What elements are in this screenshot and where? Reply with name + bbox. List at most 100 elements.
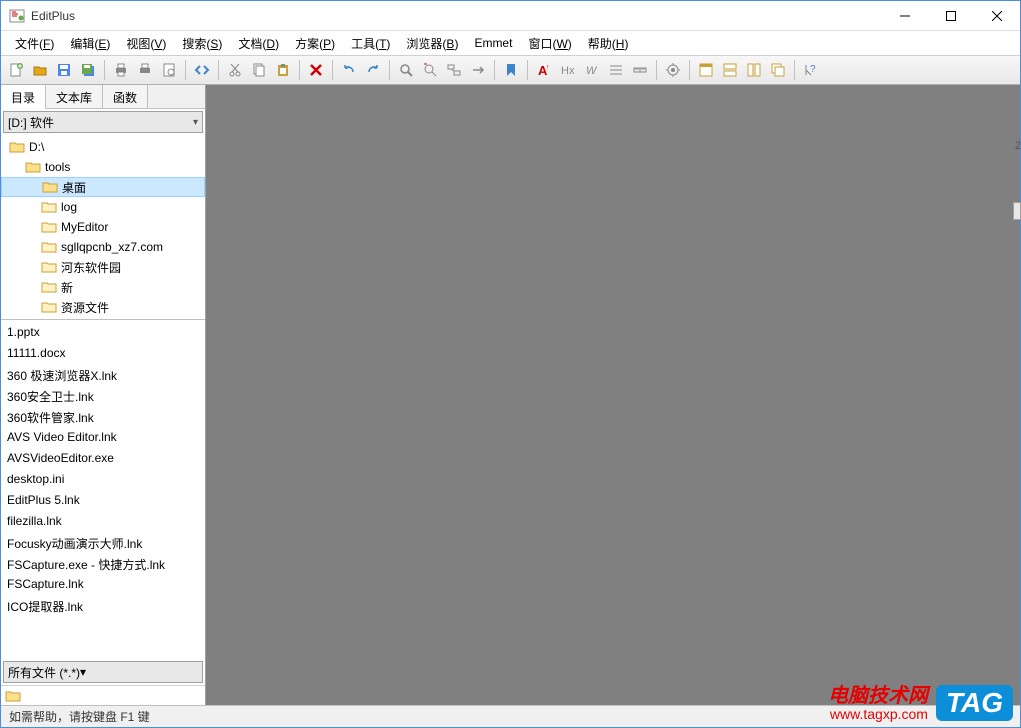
drive-selected-text: [D:] 软件 (8, 114, 193, 131)
file-item[interactable]: 1.pptx (1, 323, 205, 344)
file-item[interactable]: AVSVideoEditor.exe (1, 449, 205, 470)
save-icon[interactable] (53, 59, 75, 81)
folder-icon (42, 180, 58, 194)
toolbar-separator (656, 60, 657, 80)
printer-icon[interactable] (134, 59, 156, 81)
file-item[interactable]: ICO提取器.lnk (1, 596, 205, 617)
file-list[interactable]: 1.pptx11111.docx360 极速浏览器X.lnk360安全卫士.ln… (1, 320, 205, 659)
svg-text:Hx: Hx (561, 65, 575, 77)
file-item[interactable]: filezilla.lnk (1, 512, 205, 533)
body-area: 目录 文本库 函数 [D:] 软件 ▾ D:\tools 桌面logMyEdito… (1, 85, 1020, 705)
delete-icon[interactable] (305, 59, 327, 81)
file-item[interactable]: desktop.ini (1, 470, 205, 491)
html-icon[interactable] (191, 59, 213, 81)
bookmark-icon[interactable] (500, 59, 522, 81)
tree-label: 河东软件园 (61, 259, 121, 276)
tree-folder[interactable]: sgllqpcnb_xz7.com (1, 237, 205, 257)
toolbar-separator (689, 60, 690, 80)
minimize-button[interactable] (882, 1, 928, 31)
toolbar-separator (104, 60, 105, 80)
open-icon[interactable] (29, 59, 51, 81)
tree-folder[interactable]: 桌面 (1, 177, 205, 197)
file-item[interactable]: 360软件管家.lnk (1, 407, 205, 428)
file-item[interactable]: 360安全卫士.lnk (1, 386, 205, 407)
heading-icon[interactable]: Hx (557, 59, 579, 81)
tree-folder[interactable]: MyEditor (1, 217, 205, 237)
menu-b[interactable]: 浏览器(B) (398, 32, 466, 55)
preview-icon[interactable] (158, 59, 180, 81)
chevron-down-icon: ▾ (193, 117, 198, 128)
file-filter-selector[interactable]: 所有文件 (*.*) ▾ (3, 661, 203, 683)
menu-s[interactable]: 搜索(S) (174, 32, 230, 55)
file-item[interactable]: FSCapture.exe - 快捷方式.lnk (1, 554, 205, 575)
toolbar-separator (389, 60, 390, 80)
font-increase-icon[interactable]: A↑ (533, 59, 555, 81)
tile-h-icon[interactable] (719, 59, 741, 81)
menu-emmet[interactable]: Emmet (466, 33, 520, 53)
close-button[interactable] (974, 1, 1020, 31)
window-icon[interactable] (695, 59, 717, 81)
ruler-icon[interactable] (629, 59, 651, 81)
tree-folder[interactable]: log (1, 197, 205, 217)
toolbar-separator (218, 60, 219, 80)
toolbar-separator (185, 60, 186, 80)
statusbar: 如需帮助，请按键盘 F1 键 (1, 705, 1020, 727)
help-icon[interactable]: ? (800, 59, 822, 81)
maximize-button[interactable] (928, 1, 974, 31)
print-icon[interactable] (110, 59, 132, 81)
file-item[interactable]: AVS Video Editor.lnk (1, 428, 205, 449)
menu-t[interactable]: 工具(T) (343, 32, 398, 55)
tree-folder[interactable]: 新 (1, 277, 205, 297)
toolbar-separator (527, 60, 528, 80)
settings-icon[interactable] (662, 59, 684, 81)
paste-icon[interactable] (272, 59, 294, 81)
app-title: EditPlus (31, 9, 882, 23)
menu-f[interactable]: 文件(F) (7, 32, 62, 55)
folder-icon (25, 160, 41, 174)
save-all-icon[interactable] (77, 59, 99, 81)
tree-label: 新 (61, 279, 73, 296)
editor-area[interactable] (206, 85, 1020, 705)
file-item[interactable]: EditPlus 5.lnk (1, 491, 205, 512)
tab-directory[interactable]: 目录 (1, 85, 46, 109)
redo-icon[interactable] (362, 59, 384, 81)
tab-functions[interactable]: 函数 (103, 85, 148, 108)
folder-icon (41, 200, 57, 214)
menu-v[interactable]: 视图(V) (118, 32, 174, 55)
titlebar[interactable]: EditPlus (1, 1, 1020, 31)
drive-selector[interactable]: [D:] 软件 ▾ (3, 111, 203, 133)
find-prev-icon[interactable] (419, 59, 441, 81)
edge-artifact (1013, 202, 1021, 220)
file-item[interactable]: Focusky动画演示大师.lnk (1, 533, 205, 554)
line-number-icon[interactable] (605, 59, 627, 81)
directory-tree[interactable]: D:\tools 桌面logMyEditorsgllqpcnb_xz7.com 河东… (1, 135, 205, 320)
sidebar: 目录 文本库 函数 [D:] 软件 ▾ D:\tools 桌面logMyEdito… (1, 85, 206, 705)
copy-icon[interactable] (248, 59, 270, 81)
tree-folder[interactable]: 资源文件 (1, 297, 205, 317)
file-item[interactable]: 11111.docx (1, 344, 205, 365)
menu-h[interactable]: 帮助(H) (580, 32, 637, 55)
folder-icon (41, 280, 57, 294)
tree-label: 桌面 (62, 179, 86, 196)
tile-v-icon[interactable] (743, 59, 765, 81)
menu-e[interactable]: 编辑(E) (62, 32, 118, 55)
tree-folder[interactable]: D:\ (1, 137, 205, 157)
tab-cliptext[interactable]: 文本库 (46, 85, 103, 108)
replace-icon[interactable] (443, 59, 465, 81)
cut-icon[interactable] (224, 59, 246, 81)
tree-folder[interactable]: 河东软件园 (1, 257, 205, 277)
svg-text:W: W (586, 65, 598, 77)
goto-icon[interactable] (467, 59, 489, 81)
cascade-icon[interactable] (767, 59, 789, 81)
menu-p[interactable]: 方案(P) (287, 32, 343, 55)
menu-d[interactable]: 文档(D) (230, 32, 287, 55)
file-item[interactable]: FSCapture.lnk (1, 575, 205, 596)
new-file-icon[interactable] (5, 59, 27, 81)
tree-folder[interactable]: tools (1, 157, 205, 177)
word-wrap-icon[interactable]: W (581, 59, 603, 81)
undo-icon[interactable] (338, 59, 360, 81)
menu-w[interactable]: 窗口(W) (520, 32, 579, 55)
find-icon[interactable] (395, 59, 417, 81)
file-item[interactable]: 360 极速浏览器X.lnk (1, 365, 205, 386)
toolbar: A↑ Hx W? (1, 55, 1020, 85)
